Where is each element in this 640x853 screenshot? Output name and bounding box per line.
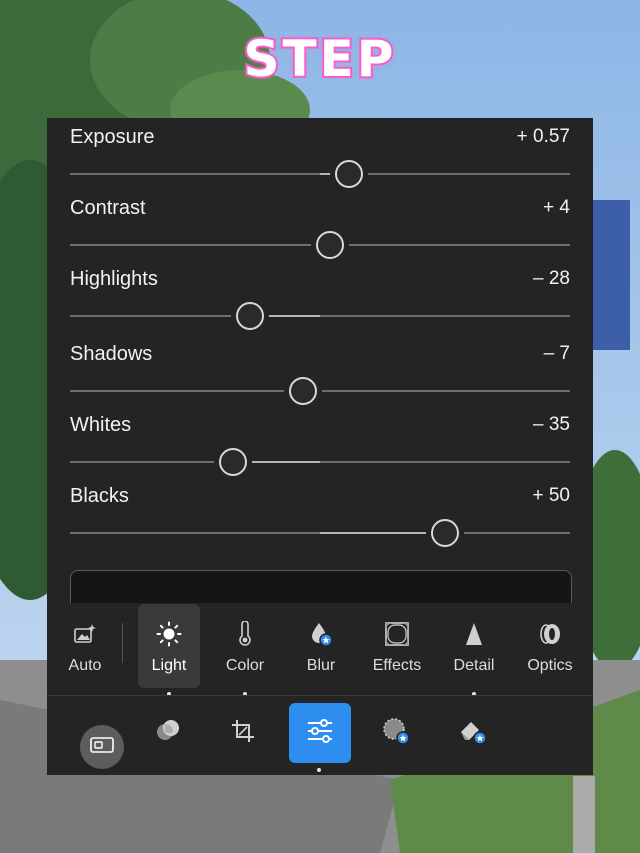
contrast-slider-row: Contrast + 4 [70, 197, 570, 267]
tool-auto[interactable]: Auto [54, 604, 116, 688]
shadows-value[interactable]: – 7 [544, 343, 570, 365]
tool-effects-label: Effects [372, 657, 422, 674]
tool-optics[interactable]: Optics [519, 604, 581, 688]
adjustment-tool-tabs: Auto Light Color Blur Effects Detail Opt… [47, 602, 593, 696]
thermometer-icon [214, 621, 276, 646]
blacks-fill [320, 532, 445, 534]
tool-effects[interactable]: Effects [366, 604, 428, 688]
remove-tab[interactable] [442, 703, 504, 763]
whites-value[interactable]: – 35 [533, 414, 570, 436]
whites-track[interactable] [70, 461, 570, 463]
aspect-ratio-button[interactable] [80, 725, 124, 769]
shadows-label: Shadows [70, 343, 153, 365]
aspect-ratio-icon [89, 735, 115, 760]
edit-active-dot [317, 768, 321, 772]
tools-divider [122, 623, 123, 663]
exposure-label: Exposure [70, 126, 155, 148]
highlights-slider-row: Highlights – 28 [70, 268, 570, 338]
exposure-value[interactable]: + 0.57 [517, 126, 570, 148]
tool-blur[interactable]: Blur [290, 604, 352, 688]
shadows-slider-row: Shadows – 7 [70, 343, 570, 413]
sun-icon [138, 621, 200, 647]
whites-label: Whites [70, 414, 132, 436]
tool-detail-label: Detail [453, 657, 495, 674]
exposure-slider-row: Exposure + 0.57 [70, 126, 570, 196]
masking-icon [154, 717, 182, 750]
highlights-value[interactable]: – 28 [533, 268, 570, 290]
blacks-value[interactable]: + 50 [532, 485, 570, 507]
auto-image-icon [54, 622, 116, 646]
highlights-track[interactable] [70, 315, 570, 317]
tool-blur-label: Blur [306, 657, 336, 674]
lens-icon [519, 622, 581, 646]
tool-color[interactable]: Color [214, 604, 276, 696]
shadows-knob[interactable] [288, 377, 317, 405]
crop-icon [229, 717, 257, 750]
presets-tab[interactable] [365, 703, 427, 763]
triangle-icon [443, 622, 505, 646]
tool-color-label: Color [225, 657, 265, 674]
shadows-track[interactable] [70, 390, 570, 392]
whites-knob[interactable] [218, 448, 247, 476]
tool-light-label: Light [151, 657, 187, 674]
presets-premium-icon [380, 716, 412, 751]
highlights-knob[interactable] [236, 302, 264, 330]
contrast-knob[interactable] [316, 231, 344, 259]
tool-auto-label: Auto [68, 657, 102, 674]
whites-slider-row: Whites – 35 [70, 414, 570, 484]
tool-optics-label: Optics [527, 657, 573, 674]
contrast-label: Contrast [70, 197, 146, 219]
crop-tab[interactable] [212, 703, 274, 763]
bottom-toolbar [47, 696, 593, 775]
vignette-square-icon [366, 622, 428, 646]
edit-tab[interactable] [289, 703, 351, 763]
blacks-knob[interactable] [431, 519, 459, 547]
tone-curve-preview[interactable] [70, 570, 572, 603]
tool-light[interactable]: Light [138, 604, 200, 696]
step-title: STEP [242, 28, 397, 90]
tool-detail[interactable]: Detail [443, 604, 505, 696]
highlights-label: Highlights [70, 268, 158, 290]
blacks-slider-row: Blacks + 50 [70, 485, 570, 555]
blacks-label: Blacks [70, 485, 129, 507]
sliders-icon [305, 718, 335, 749]
light-edit-panel: Exposure + 0.57 Contrast + 4 Highlights … [47, 118, 593, 775]
exposure-knob[interactable] [334, 160, 363, 188]
drop-premium-icon [290, 622, 352, 647]
contrast-value[interactable]: + 4 [543, 197, 570, 219]
eraser-premium-icon [457, 716, 489, 751]
masking-tab[interactable] [137, 703, 199, 763]
